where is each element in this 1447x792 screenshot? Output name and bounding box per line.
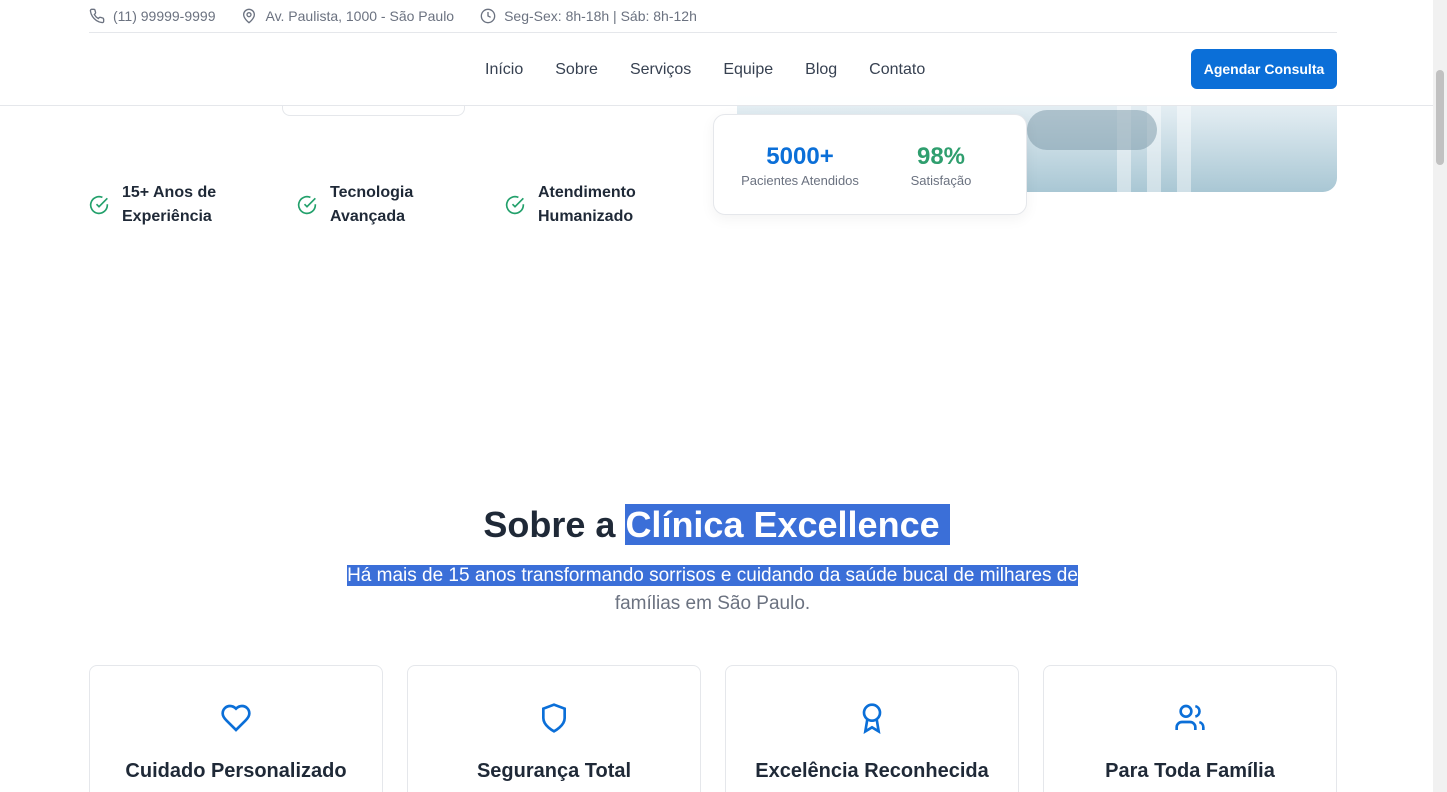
value-card-title: Excelência Reconhecida xyxy=(755,760,989,782)
heart-icon xyxy=(221,704,251,732)
stat-label: Pacientes Atendidos xyxy=(741,173,859,188)
feature-label: 15+ Anos de Experiência xyxy=(122,184,217,225)
stat-value: 98% xyxy=(916,143,966,170)
about-title-highlight: Clínica Excellence xyxy=(625,504,950,545)
nav-item-blog[interactable]: Blog xyxy=(805,61,837,79)
phone-info: (11) 99999-9999 xyxy=(89,8,215,24)
feature-item: Atendimento Humanizado xyxy=(505,181,713,229)
hours-info: Seg-Sex: 8h-18h | Sáb: 8h-12h xyxy=(480,8,697,24)
stats-card: 5000+ Pacientes Atendidos 98% Satisfação xyxy=(713,114,1027,215)
main-nav: Início Sobre Serviços Equipe Blog Contat… xyxy=(485,33,925,106)
nav-item-servicos[interactable]: Serviços xyxy=(630,61,691,79)
stat-satisfaction: 98% Satisfação xyxy=(886,143,996,214)
contact-info-bar: (11) 99999-9999 Av. Paulista, 1000 - São… xyxy=(89,0,1337,33)
value-card-title: Cuidado Personalizado xyxy=(125,760,347,782)
stat-label: Satisfação xyxy=(910,173,972,188)
phone-icon xyxy=(89,8,105,24)
value-card: Segurança Total xyxy=(407,665,701,792)
value-card-title: Para Toda Família xyxy=(1105,760,1275,782)
phone-text: (11) 99999-9999 xyxy=(113,8,216,24)
value-card: Para Toda Família xyxy=(1043,665,1337,792)
stat-value: 5000+ xyxy=(766,143,834,170)
about-title-prefix: Sobre a xyxy=(483,504,616,545)
values-cards: Cuidado Personalizado Segurança Total Ex… xyxy=(89,665,1337,792)
stat-patients: 5000+ Pacientes Atendidos xyxy=(714,143,886,214)
nav-item-sobre[interactable]: Sobre xyxy=(555,61,598,79)
users-icon xyxy=(1175,704,1205,730)
value-card-title: Segurança Total xyxy=(476,760,632,782)
about-subtitle-highlight: Há mais de 15 anos transformando sorriso… xyxy=(347,565,1078,586)
page-scrollbar[interactable] xyxy=(1433,0,1447,792)
map-pin-icon xyxy=(243,8,256,24)
feature-label: Tecnologia Avançada xyxy=(330,184,414,225)
check-circle-icon xyxy=(89,195,109,215)
about-subtitle-rest: famílias em São Paulo. xyxy=(614,593,811,614)
value-card: Cuidado Personalizado xyxy=(89,665,383,792)
schedule-appointment-button[interactable]: Agendar Consulta xyxy=(1191,49,1337,89)
clock-icon xyxy=(480,8,496,24)
address-info: Av. Paulista, 1000 - São Paulo xyxy=(241,8,454,24)
site-header: Início Sobre Serviços Equipe Blog Contat… xyxy=(0,33,1433,106)
hero-image-detail xyxy=(1027,110,1157,150)
feature-item: Tecnologia Avançada xyxy=(297,181,505,229)
address-text: Av. Paulista, 1000 - São Paulo xyxy=(265,8,455,24)
about-title: Sobre a Clínica Excellence xyxy=(0,501,1433,549)
nav-item-equipe[interactable]: Equipe xyxy=(723,61,773,79)
scrollbar-thumb[interactable] xyxy=(1436,70,1444,165)
value-card: Excelência Reconhecida xyxy=(725,665,1019,792)
feature-item: 15+ Anos de Experiência xyxy=(89,181,297,229)
check-circle-icon xyxy=(297,195,317,215)
award-icon xyxy=(862,703,882,734)
about-subtitle: Há mais de 15 anos transformando sorriso… xyxy=(330,562,1095,618)
nav-item-inicio[interactable]: Início xyxy=(485,61,523,79)
shield-icon xyxy=(542,703,566,733)
feature-label: Atendimento Humanizado xyxy=(538,184,636,225)
nav-item-contato[interactable]: Contato xyxy=(869,61,925,79)
check-circle-icon xyxy=(505,195,525,215)
hero-image-detail xyxy=(1177,102,1191,192)
hours-text: Seg-Sex: 8h-18h | Sáb: 8h-12h xyxy=(504,8,697,24)
hero-features: 15+ Anos de Experiência Tecnologia Avanç… xyxy=(89,181,713,229)
